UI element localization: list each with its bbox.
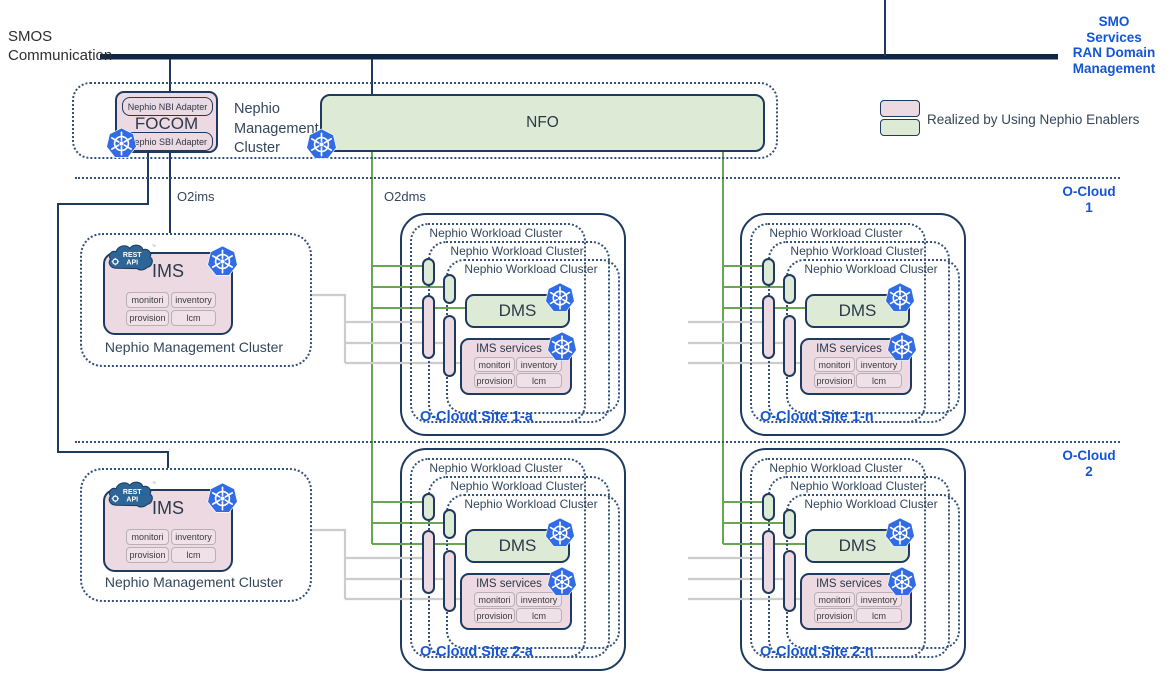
- site-label: O-Cloud Site 1-a: [420, 409, 533, 425]
- hidden-ims-services-tab: [443, 550, 456, 612]
- hidden-ims-services-tab: [762, 295, 775, 359]
- legend-swatch-pink: [880, 100, 920, 117]
- kubernetes-icon: [206, 245, 239, 278]
- module-monitoring: monitori: [474, 357, 515, 372]
- workload-cluster-label: Nephio Workload Cluster: [410, 226, 582, 240]
- workload-cluster-label: Nephio Workload Cluster: [446, 497, 616, 511]
- o2dms-label: O2dms: [384, 189, 426, 204]
- module-provision: provision: [474, 608, 515, 623]
- kubernetes-icon: [546, 331, 578, 363]
- nfo-label: NFO: [526, 114, 559, 132]
- nfo-box: NFO: [320, 94, 765, 152]
- kubernetes-icon: [206, 482, 239, 515]
- hidden-ims-services-tab: [422, 530, 435, 594]
- workload-cluster-label: Nephio Workload Cluster: [768, 479, 946, 493]
- hidden-dms-tab: [443, 274, 456, 304]
- workload-cluster-label: Nephio Workload Cluster: [786, 497, 956, 511]
- rest-api-badge: [106, 478, 156, 511]
- hidden-dms-tab: [422, 493, 435, 521]
- hidden-ims-services-tab: [783, 315, 796, 377]
- nephio-architecture-diagram: Nephio Workload Cluster Nephio Workload …: [0, 0, 1172, 693]
- dms-label: DMS: [499, 536, 537, 556]
- kubernetes-icon: [886, 566, 918, 598]
- dms-label: DMS: [499, 301, 537, 321]
- hidden-ims-services-tab: [762, 530, 775, 594]
- hidden-ims-services-tab: [783, 550, 796, 612]
- module-provision: provision: [126, 310, 169, 326]
- dms-label: DMS: [839, 301, 877, 321]
- kubernetes-icon: [105, 127, 138, 160]
- module-lcm: lcm: [516, 373, 562, 388]
- module-inventory: inventory: [171, 529, 216, 545]
- legend-label: Realized by Using Nephio Enablers: [927, 112, 1139, 127]
- hidden-dms-tab: [762, 258, 775, 286]
- workload-cluster-label: Nephio Workload Cluster: [428, 244, 606, 258]
- site-label: O-Cloud Site 1-n: [760, 409, 874, 425]
- workload-cluster-label: Nephio Workload Cluster: [750, 226, 922, 240]
- kubernetes-icon: [544, 517, 576, 549]
- module-provision: provision: [814, 373, 855, 388]
- workload-cluster-label: Nephio Workload Cluster: [768, 244, 946, 258]
- module-lcm: lcm: [516, 608, 562, 623]
- workload-cluster-label: Nephio Workload Cluster: [786, 262, 956, 276]
- module-lcm: lcm: [171, 310, 216, 326]
- ocloud-2-separator: [75, 441, 1120, 443]
- ims-modules: monitori inventory provision lcm: [126, 529, 216, 563]
- kubernetes-icon: [884, 282, 916, 314]
- nephio-management-cluster-label: Nephio Management Cluster: [80, 339, 308, 355]
- module-lcm: lcm: [171, 547, 216, 563]
- kubernetes-icon: [886, 331, 918, 363]
- hidden-dms-tab: [783, 274, 796, 304]
- hidden-dms-tab: [762, 493, 775, 521]
- module-monitoring: monitori: [126, 529, 169, 545]
- kubernetes-icon: [884, 517, 916, 549]
- kubernetes-icon: [546, 566, 578, 598]
- ims-modules: monitori inventory provision lcm: [126, 292, 216, 326]
- nephio-management-cluster-label: Nephio Management Cluster: [80, 574, 308, 590]
- module-inventory: inventory: [171, 292, 216, 308]
- ocloud-2-label: O-Cloud 2: [1056, 448, 1122, 479]
- workload-cluster-label: Nephio Workload Cluster: [428, 479, 606, 493]
- hidden-ims-services-tab: [443, 315, 456, 377]
- module-provision: provision: [126, 547, 169, 563]
- hidden-dms-tab: [443, 509, 456, 539]
- workload-cluster-label: Nephio Workload Cluster: [410, 461, 582, 475]
- module-provision: provision: [814, 608, 855, 623]
- smos-bus-bar: [100, 54, 1058, 60]
- hidden-ims-services-tab: [422, 295, 435, 359]
- module-lcm: lcm: [856, 373, 902, 388]
- kubernetes-icon: [305, 128, 338, 161]
- module-monitoring: monitori: [814, 592, 855, 607]
- ocloud-site-2a-card: Nephio Workload Cluster Nephio Workload …: [400, 448, 626, 671]
- ocloud-1-separator: [75, 177, 1120, 179]
- module-monitoring: monitori: [814, 357, 855, 372]
- smo-services-label: SMO Services RAN Domain Management: [1062, 14, 1166, 76]
- hidden-dms-tab: [422, 258, 435, 286]
- workload-cluster-label: Nephio Workload Cluster: [446, 262, 616, 276]
- module-lcm: lcm: [856, 608, 902, 623]
- workload-cluster-label: Nephio Workload Cluster: [750, 461, 922, 475]
- ocloud-site-2n-card: Nephio Workload Cluster Nephio Workload …: [740, 448, 966, 671]
- dms-label: DMS: [839, 536, 877, 556]
- legend-swatch-green: [880, 119, 920, 136]
- ocloud-site-1a-card: Nephio Workload Cluster Nephio Workload …: [400, 213, 626, 436]
- o2ims-label: O2ims: [177, 189, 215, 204]
- module-monitoring: monitori: [126, 292, 169, 308]
- site-label: O-Cloud Site 2-n: [760, 644, 874, 660]
- rest-api-badge: [106, 241, 156, 274]
- module-provision: provision: [474, 373, 515, 388]
- smos-communication-label: SMOS Communication: [8, 28, 112, 66]
- module-monitoring: monitori: [474, 592, 515, 607]
- site-label: O-Cloud Site 2-a: [420, 644, 533, 660]
- ocloud-1-label: O-Cloud 1: [1056, 184, 1122, 215]
- kubernetes-icon: [544, 282, 576, 314]
- ocloud-site-1n-card: Nephio Workload Cluster Nephio Workload …: [740, 213, 966, 436]
- hidden-dms-tab: [783, 509, 796, 539]
